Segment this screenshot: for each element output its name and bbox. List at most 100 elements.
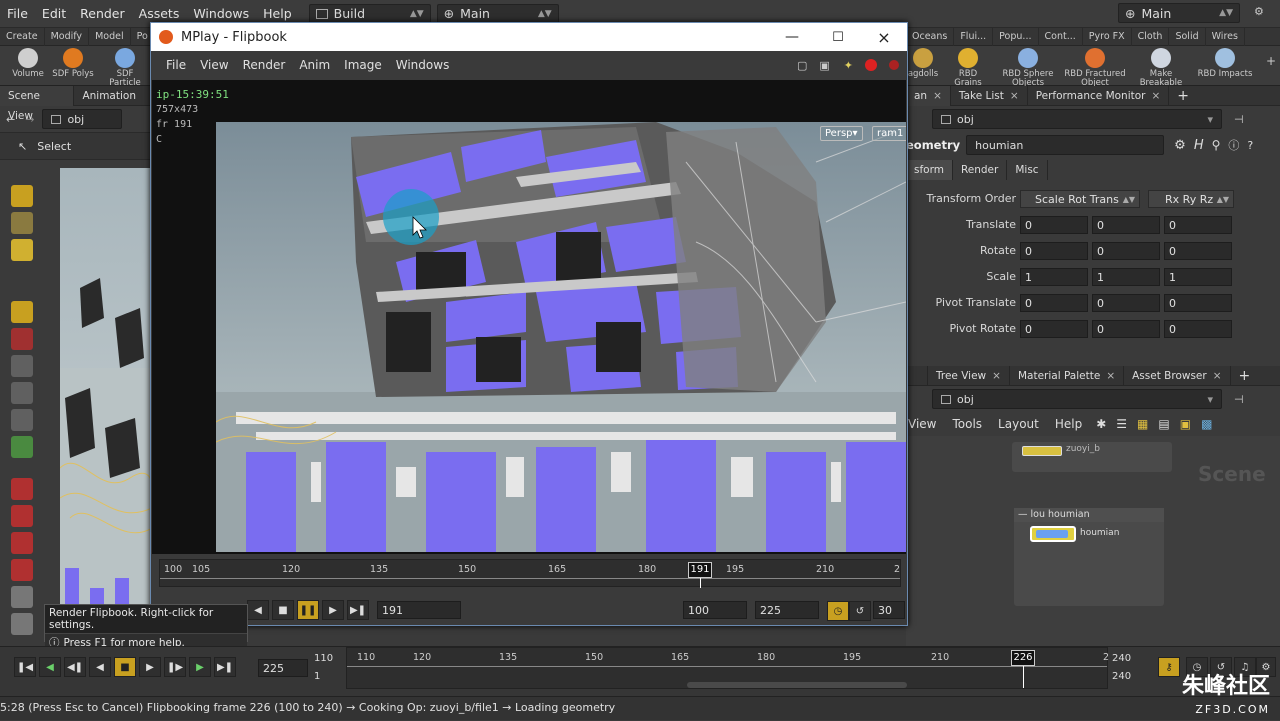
- pivot-rotate-z-field[interactable]: 0: [1164, 320, 1232, 338]
- mplay-menu-view[interactable]: View: [193, 58, 235, 72]
- gear-icon[interactable]: ⚙: [1174, 138, 1186, 153]
- persp-camera-menu[interactable]: Persp▾: [820, 126, 863, 141]
- close-icon[interactable]: ×: [1106, 370, 1115, 382]
- tree-view-icon[interactable]: ▤: [1158, 417, 1169, 431]
- menu-render[interactable]: Render: [73, 6, 132, 21]
- magnet-tool-icon[interactable]: [11, 478, 33, 500]
- network-menu-layout[interactable]: Layout: [998, 417, 1039, 431]
- scale-x-field[interactable]: 1: [1020, 268, 1088, 286]
- forward-arrow-icon[interactable]: →: [25, 113, 34, 126]
- magnet-tool-icon[interactable]: [11, 505, 33, 527]
- translate-x-field[interactable]: 0: [1020, 216, 1088, 234]
- mplay-timeline-ruler[interactable]: 100 105 120 135 150 165 180 195 210 2 19…: [159, 559, 901, 588]
- menu-help[interactable]: Help: [256, 6, 299, 21]
- tab-transform[interactable]: sform: [906, 160, 953, 180]
- sticky-note-icon[interactable]: ▣: [1180, 417, 1191, 431]
- tool-rbd-impacts[interactable]: RBD Impacts: [1196, 48, 1254, 79]
- menu-windows[interactable]: Windows: [186, 6, 256, 21]
- select-tool-icon[interactable]: [11, 301, 33, 323]
- camera-tool-icon[interactable]: [11, 613, 33, 635]
- handle-tool-icon[interactable]: [11, 185, 33, 207]
- mplay-current-frame-marker[interactable]: 191: [688, 562, 712, 578]
- add-tab-icon[interactable]: +: [1231, 366, 1259, 386]
- play-reverse-icon[interactable]: ◀: [89, 657, 111, 677]
- jump-end-icon[interactable]: ▶❚: [214, 657, 236, 677]
- tab-misc[interactable]: Misc: [1007, 160, 1048, 180]
- mplay-frame-field[interactable]: 191: [377, 601, 461, 619]
- tab-performance-monitor[interactable]: Performance Monitor ×: [1028, 85, 1170, 106]
- mplay-menu-render[interactable]: Render: [236, 58, 293, 72]
- key-icon[interactable]: ⚷: [1158, 657, 1180, 677]
- network-menu-help[interactable]: Help: [1055, 417, 1082, 431]
- scale-z-field[interactable]: 1: [1164, 268, 1232, 286]
- close-icon[interactable]: ×: [861, 28, 907, 47]
- network-path-field[interactable]: obj ▾: [932, 389, 1222, 409]
- close-icon[interactable]: ×: [992, 370, 1001, 382]
- help-icon[interactable]: ?: [1247, 139, 1253, 152]
- jump-start-icon[interactable]: ❚◀: [14, 657, 36, 677]
- geometry-tool-icon[interactable]: [11, 239, 33, 261]
- shelf-add-icon[interactable]: +: [1266, 54, 1276, 68]
- rotate-y-field[interactable]: 0: [1092, 242, 1160, 260]
- shelf-tab-cloth[interactable]: Cloth: [1132, 28, 1170, 46]
- add-tab-icon[interactable]: +: [1169, 86, 1197, 106]
- menu-file[interactable]: File: [0, 6, 35, 21]
- transform-order-select[interactable]: Scale Rot Trans ▲▼: [1020, 190, 1140, 208]
- tool-ragdolls[interactable]: agdolls: [904, 48, 942, 79]
- close-icon[interactable]: ×: [1010, 90, 1019, 102]
- mplay-range-start[interactable]: 100: [683, 601, 747, 619]
- tool-sdf-particle[interactable]: SDF Particle: [100, 48, 150, 88]
- pin-icon[interactable]: ⊣: [1234, 393, 1244, 406]
- palette-icon[interactable]: ▩: [1201, 417, 1212, 431]
- pivot-tool-icon[interactable]: [11, 409, 33, 431]
- tab-animation-editor[interactable]: Animation E: [74, 85, 152, 122]
- flipbook-tool-icon[interactable]: [11, 586, 33, 608]
- mplay-menu-image[interactable]: Image: [337, 58, 389, 72]
- play-icon[interactable]: ▶: [139, 657, 161, 677]
- pin-icon[interactable]: ⊣: [1234, 113, 1244, 126]
- mplay-menu-anim[interactable]: Anim: [292, 58, 337, 72]
- main-current-frame-marker[interactable]: 226: [1011, 650, 1035, 666]
- help-h-icon[interactable]: H: [1194, 138, 1204, 153]
- network-editor[interactable]: zuoyi_b Scene — lou houmian houmian: [906, 436, 1280, 646]
- tab-scene-view[interactable]: Scene View: [0, 85, 75, 122]
- mplay-image-view[interactable]: ip-15:39:51 757x473 fr 191 C Persp▾ ram1: [152, 80, 906, 554]
- search-icon[interactable]: ⚲: [1212, 138, 1221, 152]
- tool-sdf-polys[interactable]: SDF Polys: [50, 48, 96, 79]
- maximize-icon[interactable]: ☐: [815, 30, 861, 45]
- pivot-translate-y-field[interactable]: 0: [1092, 294, 1160, 312]
- step-forward-key-icon[interactable]: ▶: [189, 657, 211, 677]
- timeline-scrollbar[interactable]: [687, 682, 907, 688]
- main-timeline-ruler[interactable]: 110 120 135 150 165 180 195 210 2 226: [346, 647, 1109, 689]
- stop-render-icon[interactable]: [865, 59, 877, 71]
- node-name-field[interactable]: houmian: [966, 135, 1165, 155]
- desktop-selector[interactable]: Build ▲▼: [308, 3, 431, 24]
- pivot-rotate-y-field[interactable]: 0: [1092, 320, 1160, 338]
- geo-node-icon[interactable]: [1030, 526, 1076, 542]
- tool-rbd-fractured-object[interactable]: RBD Fractured Object: [1062, 48, 1128, 88]
- shelf-tab-oceans[interactable]: Oceans: [906, 28, 955, 46]
- snap-tool-icon[interactable]: [11, 436, 33, 458]
- shelf-tab-pyrofx[interactable]: Pyro FX: [1083, 28, 1132, 46]
- view-selector[interactable]: ⊕ Main ▲▼: [436, 3, 559, 24]
- stop-icon[interactable]: ■: [272, 600, 294, 620]
- scene-viewport[interactable]: [60, 168, 152, 642]
- shelf-tab-model[interactable]: Model: [89, 27, 131, 46]
- tool-make-breakable[interactable]: Make Breakable: [1134, 48, 1188, 88]
- pivot-translate-z-field[interactable]: 0: [1164, 294, 1232, 312]
- step-forward-icon[interactable]: ❚▶: [164, 657, 186, 677]
- minimize-icon[interactable]: —: [769, 29, 815, 45]
- rotate-x-field[interactable]: 0: [1020, 242, 1088, 260]
- right-desktop-selector[interactable]: ⊕ Main ▲▼: [1118, 3, 1240, 23]
- rotate-z-field[interactable]: 0: [1164, 242, 1232, 260]
- magnet-tool-icon[interactable]: [11, 532, 33, 554]
- pivot-translate-x-field[interactable]: 0: [1020, 294, 1088, 312]
- shelf-tab-modify[interactable]: Modify: [45, 27, 90, 46]
- shelf-tab-wires[interactable]: Wires: [1206, 28, 1245, 46]
- info-icon[interactable]: ⓘ: [1228, 137, 1239, 153]
- pause-icon[interactable]: ❚❚: [297, 600, 319, 620]
- record-icon[interactable]: [889, 60, 899, 70]
- step-back-icon[interactable]: ◀❚: [64, 657, 86, 677]
- scene-path-field[interactable]: obj: [42, 109, 123, 129]
- back-arrow-icon[interactable]: ←: [6, 113, 15, 126]
